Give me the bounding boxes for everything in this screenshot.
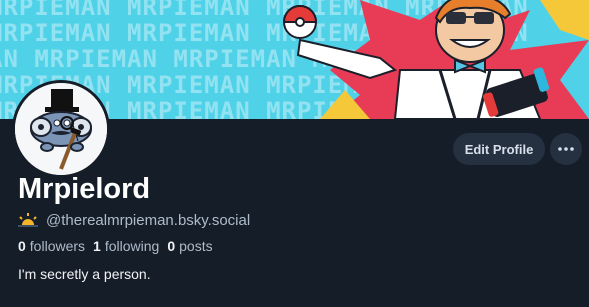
profile-stats: 0 followers 1 following 0 posts: [18, 238, 213, 254]
sun-icon: [18, 213, 38, 227]
display-name: Mrpielord: [18, 173, 151, 205]
handle-text[interactable]: @therealmrpieman.bsky.social: [46, 212, 250, 229]
profile-bio: I'm secretly a person.: [18, 266, 151, 282]
more-options-button[interactable]: [550, 133, 582, 165]
posts-count: 0: [167, 238, 176, 254]
followers-count: 0: [18, 238, 26, 254]
avatar-illustration: [15, 83, 107, 175]
ellipsis-icon: [558, 147, 574, 151]
following-stat[interactable]: 1 following: [93, 238, 159, 254]
posts-stat: 0 posts: [167, 238, 212, 254]
following-label: following: [104, 238, 160, 254]
followers-label: followers: [29, 238, 86, 254]
followers-stat[interactable]: 0 followers: [18, 238, 85, 254]
posts-label: posts: [179, 238, 213, 254]
avatar[interactable]: [12, 80, 110, 178]
handle-row: @therealmrpieman.bsky.social: [18, 210, 250, 230]
edit-profile-button[interactable]: Edit Profile: [453, 133, 545, 165]
following-count: 1: [93, 238, 101, 254]
edit-profile-label: Edit Profile: [464, 141, 534, 157]
